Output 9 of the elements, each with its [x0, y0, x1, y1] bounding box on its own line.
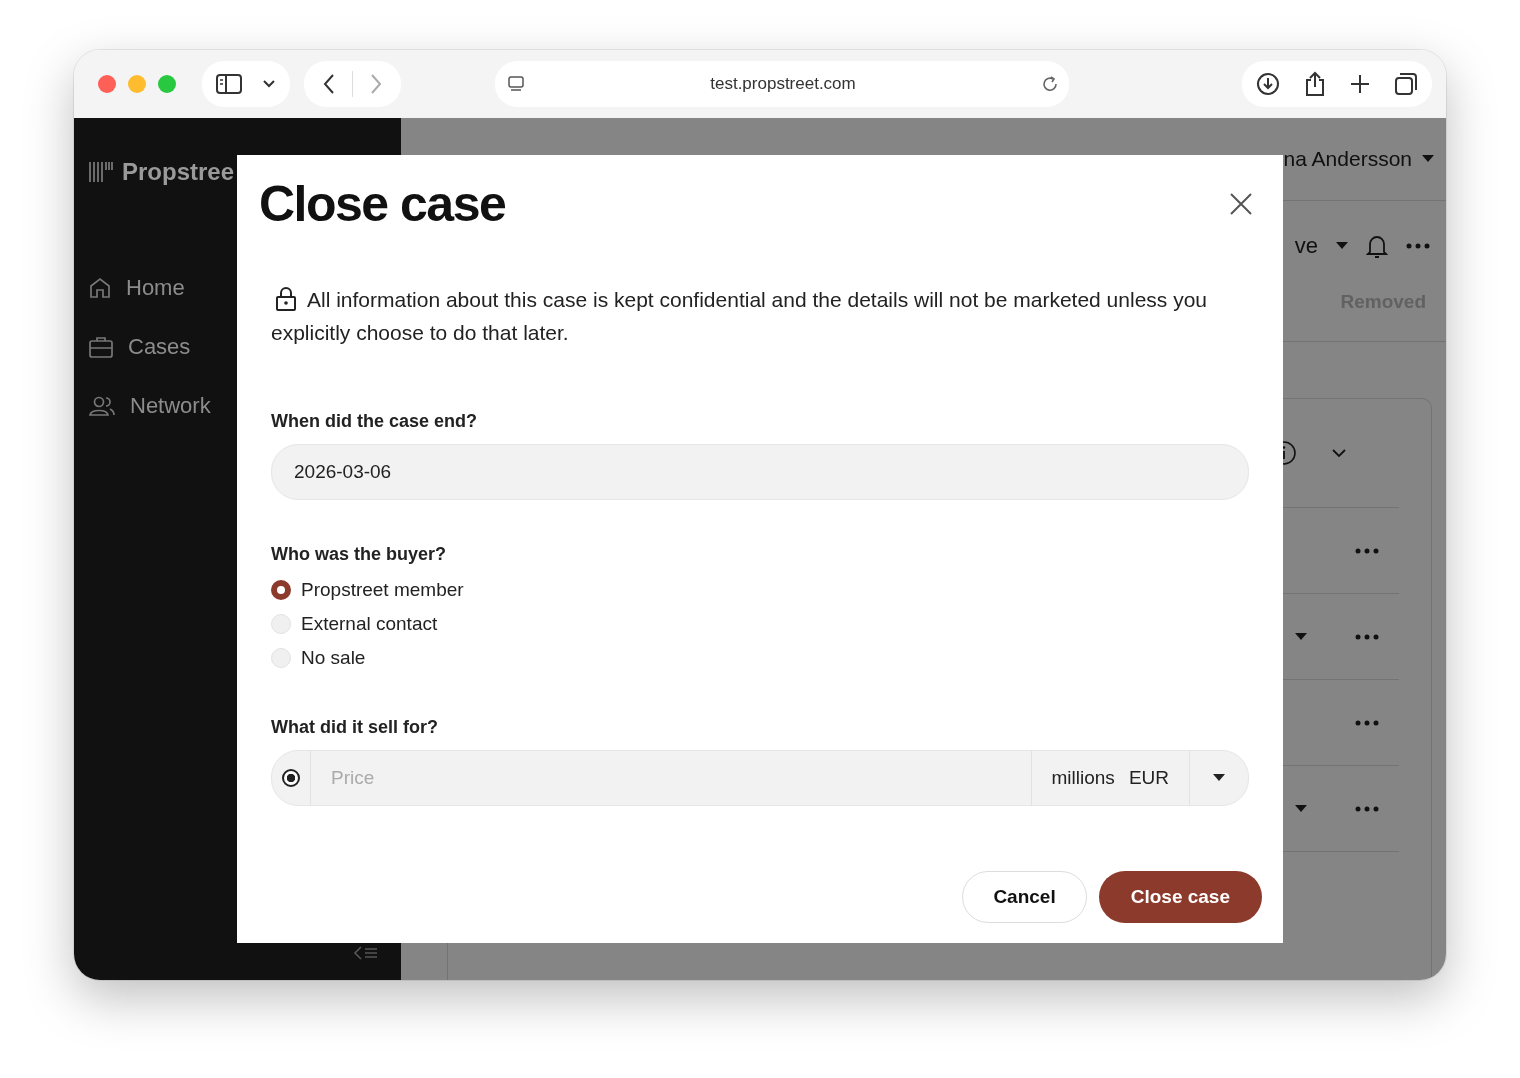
- url-text: test.propstreet.com: [709, 74, 857, 94]
- currency-text: EUR: [1128, 767, 1170, 789]
- dialog-title: Close case: [259, 175, 506, 233]
- unit-text: millions: [1050, 767, 1116, 789]
- field-label: What did it sell for?: [271, 717, 439, 738]
- logo-text: Propstree: [122, 158, 235, 186]
- confidentiality-notice: All information about this case is kept confidential and the details will not be marketed unless you explicitly choose to do that later.: [271, 285, 1208, 346]
- field-label: Who was the buyer?: [271, 544, 448, 565]
- field-label: When did the case end?: [271, 411, 479, 432]
